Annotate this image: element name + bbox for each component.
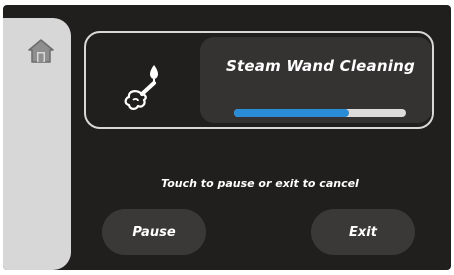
home-icon[interactable] (27, 38, 55, 64)
instruction-text: Touch to pause or exit to cancel (161, 177, 359, 190)
sidebar (3, 18, 71, 270)
status-card: Steam Wand Cleaning (84, 31, 434, 129)
steam-wand-icon (124, 65, 158, 110)
exit-button[interactable]: Exit (311, 209, 415, 255)
progress-fill (234, 109, 350, 117)
progress-bar (234, 109, 406, 117)
cleaning-screen: Steam Wand Cleaning Touch to pause or ex… (3, 5, 451, 270)
status-panel: Steam Wand Cleaning (200, 37, 432, 123)
task-title: Steam Wand Cleaning (226, 57, 415, 75)
pause-button[interactable]: Pause (102, 209, 206, 255)
